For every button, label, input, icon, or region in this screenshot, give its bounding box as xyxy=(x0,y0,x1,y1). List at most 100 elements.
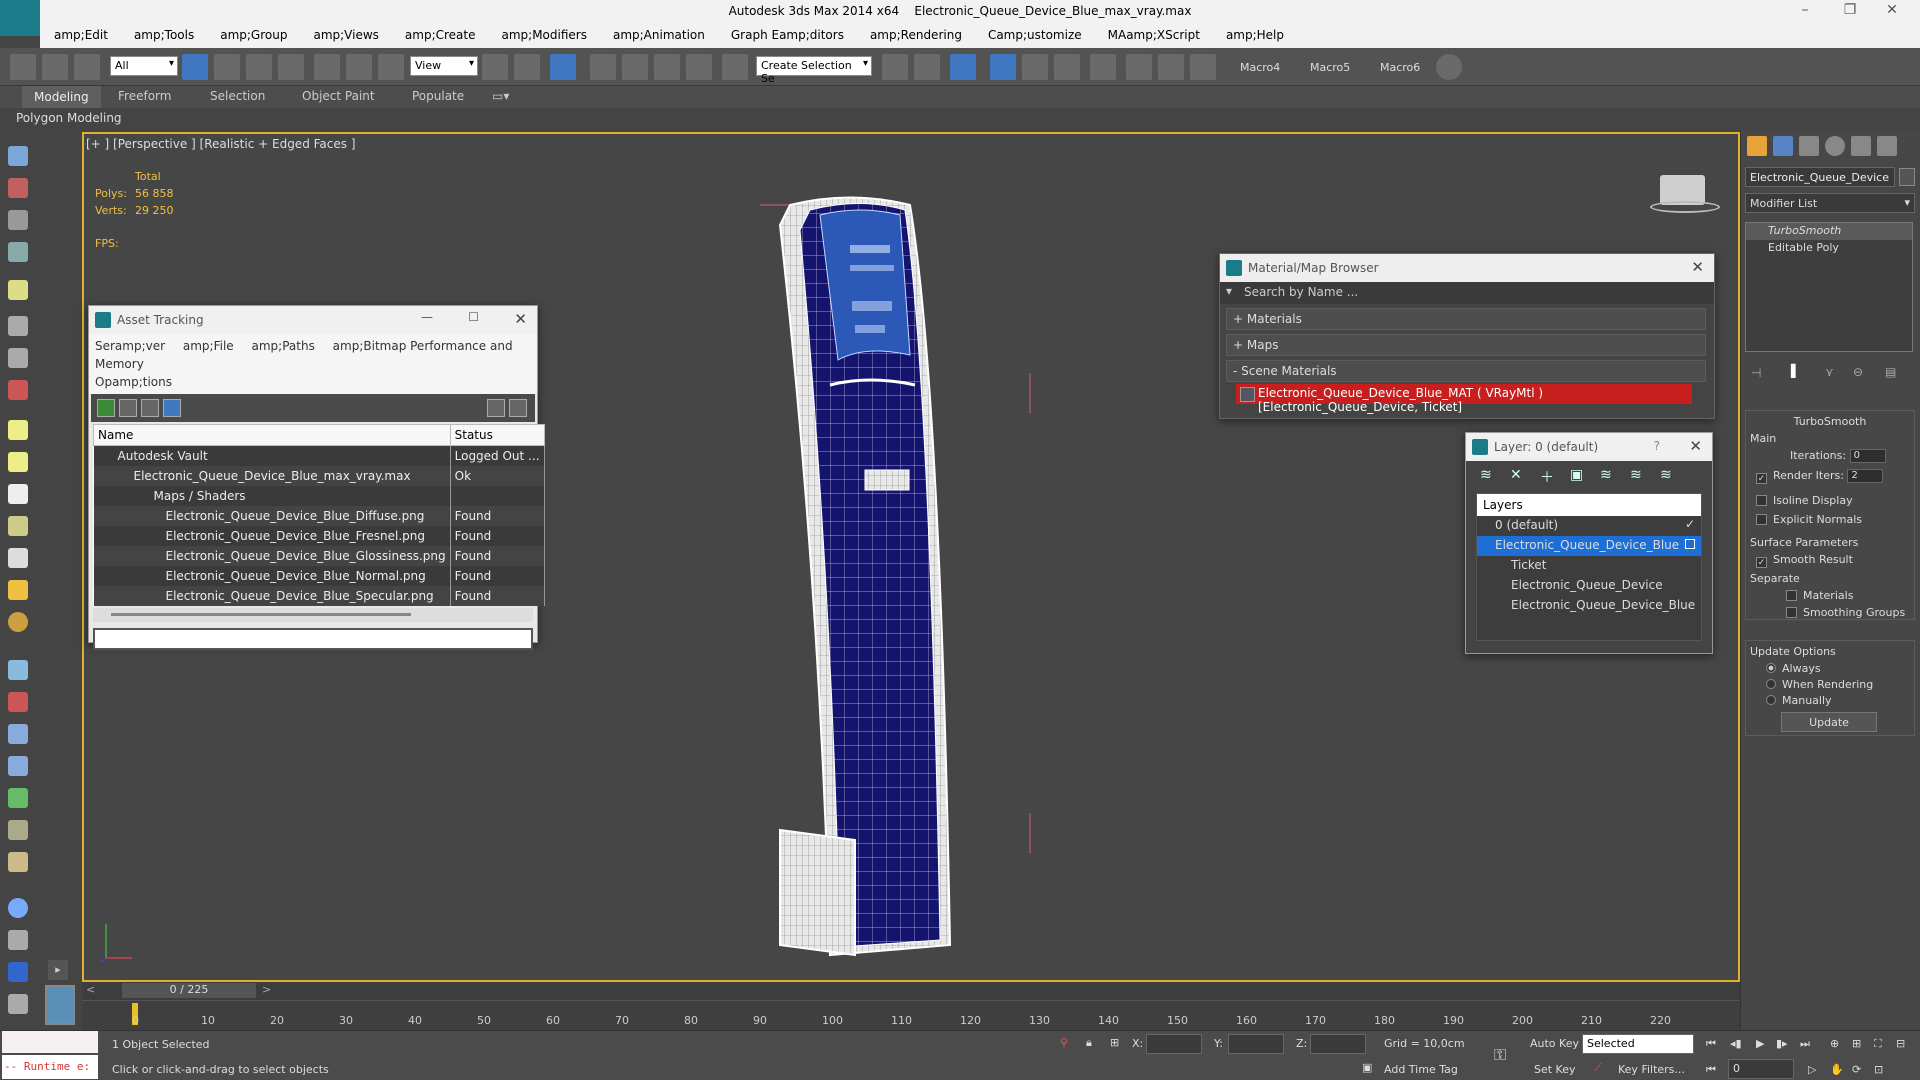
layer-item[interactable]: Electronic_Queue_Device_Blue xyxy=(1477,596,1701,616)
schematic-view-icon[interactable] xyxy=(1054,54,1080,80)
sun-icon[interactable] xyxy=(8,580,28,600)
maximize-icon[interactable]: ☐ xyxy=(468,310,479,324)
zoom-all-icon[interactable]: ⊞ xyxy=(1852,1037,1861,1050)
column-name[interactable]: Name xyxy=(93,424,451,446)
x-coord-field[interactable] xyxy=(1146,1034,1202,1054)
frame-counter[interactable]: 0 / 225 xyxy=(122,983,256,998)
move-icon[interactable] xyxy=(314,54,340,80)
camera-icon[interactable] xyxy=(8,316,28,336)
asset-path-field[interactable] xyxy=(93,627,533,650)
macro5-button[interactable]: Macro5 xyxy=(1310,61,1350,74)
close-icon[interactable]: ✕ xyxy=(514,310,527,328)
hierarchy-tab-icon[interactable] xyxy=(1799,136,1819,156)
add-time-tag-button[interactable]: Add Time Tag xyxy=(1384,1063,1458,1076)
previous-frame-icon[interactable]: ◂▮ xyxy=(1730,1037,1742,1050)
add-to-layer-icon[interactable]: ＋ xyxy=(1540,467,1554,487)
modify-tab-icon[interactable] xyxy=(1773,136,1793,156)
prev-frame-icon[interactable]: < xyxy=(86,983,95,996)
spinner-snap-icon[interactable] xyxy=(686,54,712,80)
z-coord-field[interactable] xyxy=(1310,1034,1366,1054)
timeline-track[interactable]: 0 10 20 30 40 50 60 70 80 90 100 110 120 130 140 150 160… xyxy=(82,1000,1740,1030)
window-crossing-icon[interactable] xyxy=(278,54,304,80)
menu-server[interactable]: Seramp;ver xyxy=(95,339,165,353)
menu-tools[interactable]: amp;Tools xyxy=(120,24,206,42)
tab-populate[interactable]: Populate xyxy=(412,89,464,103)
bones-icon[interactable] xyxy=(8,692,28,712)
render-iters-spinner[interactable]: 2 xyxy=(1847,469,1884,483)
grid-icon[interactable] xyxy=(8,242,28,262)
key-mode-toggle-icon[interactable]: ⏮ xyxy=(1706,1063,1716,1077)
kiosk-model[interactable] xyxy=(760,185,1060,965)
material-search-input[interactable]: Search by Name ... xyxy=(1220,282,1714,304)
modifier-list-dropdown[interactable]: Modifier List xyxy=(1745,193,1915,213)
edit-named-selection-icon[interactable] xyxy=(722,54,748,80)
settings-gear-icon[interactable] xyxy=(1436,54,1462,80)
create-layer-icon[interactable]: ≋ xyxy=(1480,467,1492,483)
layer-item[interactable]: Ticket xyxy=(1477,556,1701,576)
go-to-start-icon[interactable]: ⏮ xyxy=(1706,1037,1716,1051)
zoom-extents-all-icon[interactable]: ⊟ xyxy=(1896,1037,1905,1050)
render-icon[interactable] xyxy=(8,178,28,198)
help-button[interactable]: ? xyxy=(1654,439,1660,453)
minimize-icon[interactable]: – xyxy=(1785,2,1825,22)
layer-item[interactable]: Electronic_Queue_Device xyxy=(1477,576,1701,596)
group-scene-materials[interactable]: - Scene Materials xyxy=(1226,360,1706,382)
viewport-label[interactable]: [+ ] [Perspective ] [Realistic + Edged F… xyxy=(86,137,356,151)
pin-stack-icon[interactable]: ⊣ xyxy=(1751,366,1761,380)
close-icon[interactable]: ✕ xyxy=(1872,2,1912,22)
macro6-button[interactable]: Macro6 xyxy=(1380,61,1420,74)
maxscript-listener-field[interactable] xyxy=(2,1031,98,1053)
zoom-icon[interactable]: ⊕ xyxy=(1830,1037,1839,1050)
stack-item-editable-poly[interactable]: Editable Poly xyxy=(1746,240,1912,257)
graphite-toggle-icon[interactable] xyxy=(990,54,1016,80)
refresh-icon[interactable] xyxy=(97,399,115,417)
torus-icon[interactable] xyxy=(8,612,28,632)
table-view-icon[interactable] xyxy=(141,399,159,417)
rotate-icon[interactable] xyxy=(346,54,372,80)
biped-icon[interactable] xyxy=(8,724,28,744)
set-key-button[interactable]: Set Key xyxy=(1534,1063,1576,1076)
smoothing-groups-checkbox[interactable] xyxy=(1786,607,1797,618)
scene-explorer-icon[interactable] xyxy=(8,210,28,230)
foliage-icon[interactable] xyxy=(8,788,28,808)
material-editor-icon[interactable] xyxy=(1090,54,1116,80)
pan-view-icon[interactable]: ✋ xyxy=(1830,1063,1844,1076)
macro4-button[interactable]: Macro4 xyxy=(1240,61,1280,74)
keyboard-shortcut-override-icon[interactable] xyxy=(550,54,576,80)
mini-curve-editor-icon[interactable] xyxy=(45,985,75,1025)
sphere-icon[interactable] xyxy=(8,452,28,472)
motion-tab-icon[interactable] xyxy=(1825,136,1845,156)
configure-sets-icon[interactable]: ▤ xyxy=(1885,365,1896,379)
render-iters-checkbox[interactable]: ✓ xyxy=(1756,473,1767,484)
layer-manager-icon[interactable] xyxy=(950,54,976,80)
menu-create[interactable]: amp;Create xyxy=(391,24,488,42)
menu-maxscript[interactable]: MAamp;XScript xyxy=(1094,24,1212,42)
when-rendering-radio[interactable] xyxy=(1766,679,1776,689)
rectangular-selection-icon[interactable] xyxy=(246,54,272,80)
menu-paths[interactable]: amp;Paths xyxy=(252,339,315,353)
asset-tracking-titlebar[interactable]: Asset Tracking — ☐ ✕ xyxy=(89,306,537,334)
teapot-primitive-icon[interactable] xyxy=(8,516,28,536)
group-materials[interactable]: + Materials xyxy=(1226,308,1706,330)
light-icon[interactable] xyxy=(8,280,28,300)
active-layer-check-icon[interactable]: ✓ xyxy=(1685,517,1695,531)
xref-icon[interactable] xyxy=(8,962,28,982)
layer-item[interactable]: Electronic_Queue_Device_Blue xyxy=(1477,536,1701,556)
curve-editor-icon[interactable] xyxy=(1022,54,1048,80)
polygon-modeling-label[interactable]: Polygon Modeling xyxy=(16,111,122,125)
menu-customize[interactable]: Camp;ustomize xyxy=(974,24,1094,42)
menu-help[interactable]: amp;Help xyxy=(1212,24,1296,42)
physics-icon[interactable] xyxy=(8,756,28,776)
menu-edit[interactable]: amp;Edit xyxy=(40,24,120,42)
menu-group[interactable]: amp;Group xyxy=(206,24,299,42)
set-keys-icon[interactable]: ⟋ xyxy=(1594,1061,1602,1075)
utility-icon[interactable] xyxy=(8,930,28,950)
create-tab-icon[interactable] xyxy=(1747,136,1767,156)
cone-icon[interactable] xyxy=(8,548,28,568)
teapot-icon[interactable] xyxy=(8,146,28,166)
menu-animation[interactable]: amp;Animation xyxy=(599,24,717,42)
render-setup-icon[interactable] xyxy=(1126,54,1152,80)
play-icon[interactable]: ▶ xyxy=(1756,1037,1764,1050)
angle-snap-icon[interactable] xyxy=(622,54,648,80)
scale-icon[interactable] xyxy=(378,54,404,80)
